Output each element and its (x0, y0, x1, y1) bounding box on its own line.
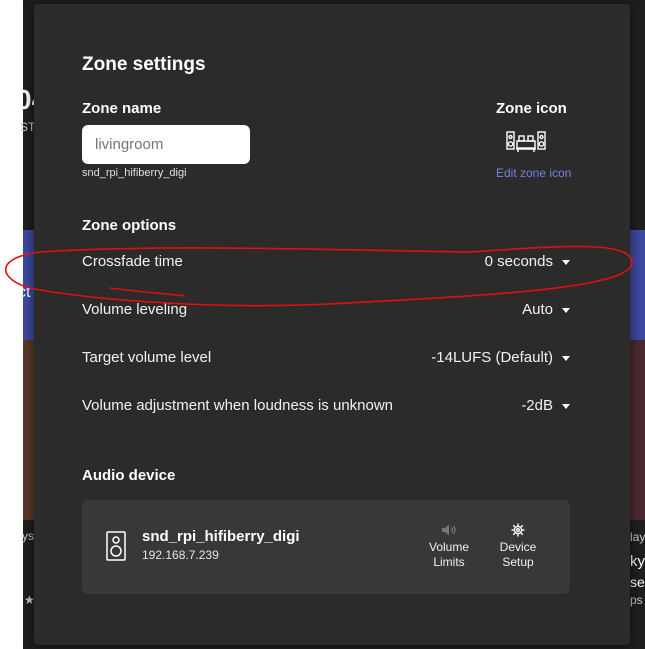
stereo-system-icon[interactable] (506, 129, 546, 153)
background-label: kys (630, 553, 645, 570)
option-label: Crossfade time (82, 253, 183, 270)
target-volume-level-dropdown[interactable]: -14LUFS (Default) (431, 346, 570, 370)
audio-device-card: snd_rpi_hifiberry_digi 192.168.7.239 Vol… (82, 500, 570, 594)
caret-down-icon (562, 307, 570, 313)
option-value: 0 seconds (484, 253, 553, 270)
device-setup-label: Setup (502, 555, 534, 569)
caret-down-icon (562, 355, 570, 361)
option-target-volume-level: Target volume level -14LUFS (Default) (82, 346, 570, 370)
volume-limits-label: Limits (433, 555, 465, 569)
device-ip: 192.168.7.239 (142, 548, 219, 562)
volume-limits-button[interactable]: Volume Limits (419, 522, 479, 570)
volume-icon (442, 524, 456, 536)
background-label: lay (630, 530, 645, 544)
option-volume-adjustment-unknown-loudness: Volume adjustment when loudness is unkno… (82, 394, 570, 418)
option-crossfade-time: Crossfade time 0 seconds (82, 250, 570, 274)
caret-down-icon (562, 403, 570, 409)
edit-zone-icon-link[interactable]: Edit zone icon (496, 166, 571, 180)
zone-name-label: Zone name (82, 100, 162, 117)
device-id-text: snd_rpi_hifiberry_digi (82, 167, 187, 179)
option-value: -2dB (521, 397, 553, 414)
background-thumbnail-right (630, 340, 645, 520)
device-name: snd_rpi_hifiberry_digi (142, 528, 300, 545)
option-label: Volume leveling (82, 301, 188, 318)
volume-limits-label: Volume (428, 540, 470, 554)
volume-adjustment-dropdown[interactable]: -2dB (521, 394, 570, 418)
zone-icon-label: Zone icon (496, 100, 567, 117)
device-setup-button[interactable]: Device Setup (488, 522, 548, 570)
volume-leveling-dropdown[interactable]: Auto (522, 298, 570, 322)
speaker-icon (106, 531, 126, 561)
option-volume-leveling: Volume leveling Auto (82, 298, 570, 322)
option-label: Target volume level (82, 349, 212, 366)
gear-icon (511, 523, 525, 537)
background-label: ps (630, 593, 643, 607)
zone-settings-dialog: Zone settings Zone name snd_rpi_hifiberr… (34, 4, 630, 645)
background-label: ct (18, 284, 31, 301)
zone-name-input[interactable] (82, 125, 250, 164)
option-value: -14LUFS (Default) (431, 349, 553, 366)
dialog-title: Zone settings (82, 54, 206, 75)
zone-options-label: Zone options (82, 217, 177, 234)
crossfade-time-dropdown[interactable]: 0 seconds (485, 250, 570, 274)
caret-down-icon (562, 259, 570, 265)
background-label: se (630, 574, 645, 590)
audio-device-label: Audio device (82, 467, 176, 484)
option-value: Auto (522, 301, 553, 318)
option-label: Volume adjustment when loudness is unkno… (82, 397, 394, 414)
device-setup-label: Device (499, 540, 537, 554)
background-label: ys (22, 529, 34, 543)
